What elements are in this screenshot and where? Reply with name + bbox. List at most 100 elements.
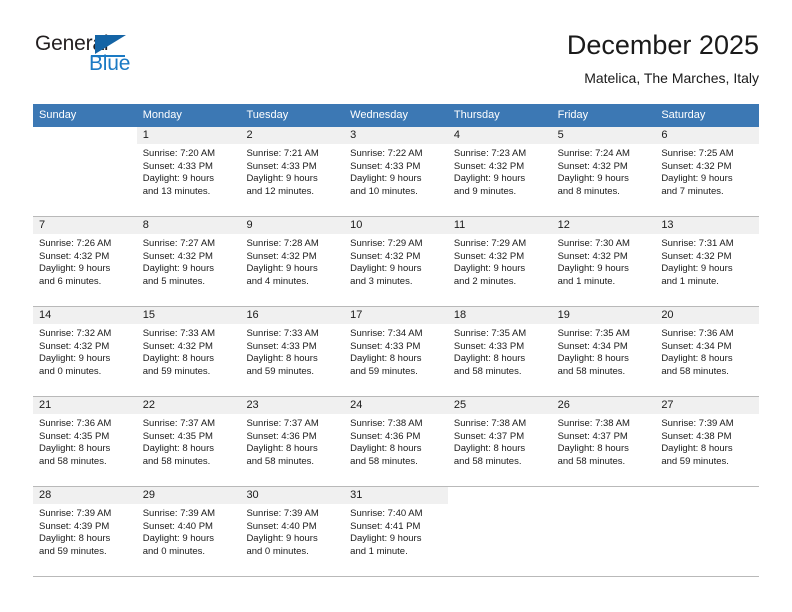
day-cell[interactable]: 24 Sunrise: 7:38 AM Sunset: 4:36 PM Dayligh… — [344, 397, 448, 486]
sunrise-text: Sunrise: 7:28 AM — [246, 238, 319, 249]
daylight-text-line2: and 58 minutes. — [557, 455, 626, 467]
day-details: Sunrise: 7:37 AM Sunset: 4:35 PM Daylight:… — [137, 414, 241, 468]
sunset-text: Sunset: 4:35 PM — [39, 430, 110, 442]
daylight-text-line2: and 0 minutes. — [39, 365, 102, 377]
sunrise-text: Sunrise: 7:27 AM — [142, 238, 216, 249]
sunrise-text: Sunrise: 7:39 AM — [661, 418, 734, 429]
daylight-text-line2: and 9 minutes. — [453, 185, 517, 197]
day-cell[interactable]: 6 Sunrise: 7:25 AM Sunset: 4:32 PM Daylight… — [655, 127, 760, 216]
sunset-text: Sunset: 4:36 PM — [350, 430, 421, 442]
day-cell[interactable]: 28 Sunrise: 7:39 AM Sunset: 4:39 PM Dayligh… — [33, 487, 137, 576]
daylight-text-line2: and 13 minutes. — [142, 185, 211, 197]
day-number: 9 — [240, 217, 345, 234]
day-cell[interactable]: 19 Sunrise: 7:35 AM Sunset: 4:34 PM Dayligh… — [551, 307, 656, 396]
day-cell[interactable]: 17 Sunrise: 7:34 AM Sunset: 4:33 PM Dayligh… — [344, 307, 448, 396]
daylight-text-line1: Daylight: 8 hours — [350, 443, 422, 455]
day-number: 27 — [655, 397, 760, 414]
daylight-text-line2: and 1 minute. — [350, 545, 408, 557]
daylight-text-line2: and 1 minute. — [557, 275, 616, 287]
daylight-text-line1: Daylight: 8 hours — [246, 443, 318, 455]
day-cell[interactable]: 4 Sunrise: 7:23 AM Sunset: 4:32 PM Daylight… — [447, 127, 552, 216]
sunset-text: Sunset: 4:32 PM — [142, 250, 213, 262]
day-cell[interactable]: 13 Sunrise: 7:31 AM Sunset: 4:32 PM Dayligh… — [655, 217, 760, 306]
sunset-text: Sunset: 4:36 PM — [246, 430, 317, 442]
sunset-text: Sunset: 4:32 PM — [557, 250, 628, 262]
daylight-text-line1: Daylight: 9 hours — [142, 263, 215, 275]
daylight-text-line1: Daylight: 8 hours — [39, 443, 111, 455]
page-header: General Blue December 2025 Matelica, The… — [33, 28, 759, 100]
sunset-text: Sunset: 4:33 PM — [142, 160, 213, 172]
daylight-text-line2: and 10 minutes. — [350, 185, 418, 197]
day-cell-empty — [33, 127, 137, 216]
sunset-text: Sunset: 4:32 PM — [661, 250, 732, 262]
day-cell[interactable]: 15 Sunrise: 7:33 AM Sunset: 4:32 PM Dayligh… — [136, 307, 241, 396]
day-cell[interactable]: 30 Sunrise: 7:39 AM Sunset: 4:40 PM Dayligh… — [240, 487, 345, 576]
day-cell[interactable]: 11 Sunrise: 7:29 AM Sunset: 4:32 PM Dayligh… — [447, 217, 552, 306]
sunrise-text: Sunrise: 7:33 AM — [246, 328, 319, 339]
day-cell[interactable]: 27 Sunrise: 7:39 AM Sunset: 4:38 PM Dayligh… — [655, 397, 760, 486]
day-cell-empty — [655, 487, 760, 576]
sunset-text: Sunset: 4:33 PM — [350, 340, 421, 352]
daylight-text-line2: and 58 minutes. — [39, 455, 107, 467]
day-cell[interactable]: 9 Sunrise: 7:28 AM Sunset: 4:32 PM Daylight… — [240, 217, 345, 306]
day-cell[interactable]: 20 Sunrise: 7:36 AM Sunset: 4:34 PM Dayligh… — [655, 307, 760, 396]
day-details: Sunrise: 7:35 AM Sunset: 4:33 PM Daylight:… — [448, 324, 552, 378]
page-title: December 2025 — [566, 30, 759, 60]
sunrise-text: Sunrise: 7:25 AM — [661, 148, 734, 159]
day-details: Sunrise: 7:29 AM Sunset: 4:32 PM Daylight:… — [448, 234, 552, 288]
day-cell[interactable]: 1 Sunrise: 7:20 AM Sunset: 4:33 PM Daylight… — [136, 127, 241, 216]
sunrise-text: Sunrise: 7:30 AM — [557, 238, 630, 249]
day-number: 25 — [447, 397, 552, 414]
sunrise-text: Sunrise: 7:35 AM — [453, 328, 527, 339]
day-cell[interactable]: 8 Sunrise: 7:27 AM Sunset: 4:32 PM Daylight… — [136, 217, 241, 306]
daylight-text-line2: and 12 minutes. — [246, 185, 315, 197]
sunrise-text: Sunrise: 7:21 AM — [246, 148, 319, 159]
day-cell[interactable]: 21 Sunrise: 7:36 AM Sunset: 4:35 PM Dayligh… — [33, 397, 137, 486]
daylight-text-line1: Daylight: 9 hours — [142, 173, 215, 185]
daylight-text-line2: and 6 minutes. — [39, 275, 102, 287]
day-cell[interactable]: 10 Sunrise: 7:29 AM Sunset: 4:32 PM Dayligh… — [344, 217, 448, 306]
day-number: 11 — [447, 217, 552, 234]
day-cell[interactable]: 23 Sunrise: 7:37 AM Sunset: 4:36 PM Dayligh… — [240, 397, 345, 486]
day-cell[interactable]: 5 Sunrise: 7:24 AM Sunset: 4:32 PM Daylight… — [551, 127, 656, 216]
day-cell[interactable]: 31 Sunrise: 7:40 AM Sunset: 4:41 PM Dayligh… — [344, 487, 448, 576]
calendar-grid: Sunday Monday Tuesday Wednesday Thursday… — [33, 104, 760, 577]
day-cell[interactable]: 26 Sunrise: 7:38 AM Sunset: 4:37 PM Dayligh… — [551, 397, 656, 486]
day-details: Sunrise: 7:36 AM Sunset: 4:34 PM Daylight:… — [655, 324, 759, 378]
day-cell[interactable]: 3 Sunrise: 7:22 AM Sunset: 4:33 PM Daylight… — [344, 127, 448, 216]
daylight-text-line1: Daylight: 8 hours — [453, 353, 526, 365]
day-cell[interactable]: 2 Sunrise: 7:21 AM Sunset: 4:33 PM Daylight… — [240, 127, 345, 216]
daylight-text-line2: and 1 minute. — [661, 275, 719, 287]
day-cell[interactable]: 22 Sunrise: 7:37 AM Sunset: 4:35 PM Dayligh… — [136, 397, 241, 486]
daylight-text-line1: Daylight: 8 hours — [142, 353, 215, 365]
daylight-text-line1: Daylight: 9 hours — [39, 353, 111, 365]
day-cell[interactable]: 18 Sunrise: 7:35 AM Sunset: 4:33 PM Dayligh… — [447, 307, 552, 396]
day-details: Sunrise: 7:33 AM Sunset: 4:33 PM Daylight:… — [240, 324, 344, 378]
sunrise-text: Sunrise: 7:32 AM — [39, 328, 112, 339]
day-number: 8 — [136, 217, 241, 234]
day-details: Sunrise: 7:40 AM Sunset: 4:41 PM Daylight:… — [344, 504, 448, 558]
sunrise-text: Sunrise: 7:24 AM — [557, 148, 630, 159]
weekday-header-tuesday: Tuesday — [246, 109, 289, 121]
daylight-text-line1: Daylight: 9 hours — [142, 533, 215, 545]
day-details: Sunrise: 7:26 AM Sunset: 4:32 PM Daylight:… — [33, 234, 137, 288]
sunrise-text: Sunrise: 7:29 AM — [453, 238, 527, 249]
day-cell[interactable]: 14 Sunrise: 7:32 AM Sunset: 4:32 PM Dayligh… — [33, 307, 137, 396]
day-cell[interactable]: 16 Sunrise: 7:33 AM Sunset: 4:33 PM Dayligh… — [240, 307, 345, 396]
general-blue-logo[interactable]: General Blue — [33, 32, 233, 88]
daylight-text-line2: and 58 minutes. — [661, 365, 729, 377]
sunset-text: Sunset: 4:33 PM — [246, 340, 317, 352]
day-cell[interactable]: 7 Sunrise: 7:26 AM Sunset: 4:32 PM Daylight… — [33, 217, 137, 306]
calendar-week-row: 1 Sunrise: 7:20 AM Sunset: 4:33 PM Daylight… — [33, 127, 760, 216]
daylight-text-line2: and 2 minutes. — [453, 275, 517, 287]
sunset-text: Sunset: 4:39 PM — [39, 520, 110, 532]
sunrise-text: Sunrise: 7:31 AM — [661, 238, 734, 249]
calendar-week-row: 7 Sunrise: 7:26 AM Sunset: 4:32 PM Daylight… — [33, 216, 760, 306]
sunset-text: Sunset: 4:32 PM — [453, 250, 525, 262]
day-cell[interactable]: 12 Sunrise: 7:30 AM Sunset: 4:32 PM Dayligh… — [551, 217, 656, 306]
daylight-text-line1: Daylight: 8 hours — [350, 353, 422, 365]
sunrise-text: Sunrise: 7:20 AM — [142, 148, 216, 159]
day-cell[interactable]: 29 Sunrise: 7:39 AM Sunset: 4:40 PM Dayligh… — [136, 487, 241, 576]
day-cell[interactable]: 25 Sunrise: 7:38 AM Sunset: 4:37 PM Dayligh… — [447, 397, 552, 486]
sunrise-text: Sunrise: 7:37 AM — [246, 418, 319, 429]
